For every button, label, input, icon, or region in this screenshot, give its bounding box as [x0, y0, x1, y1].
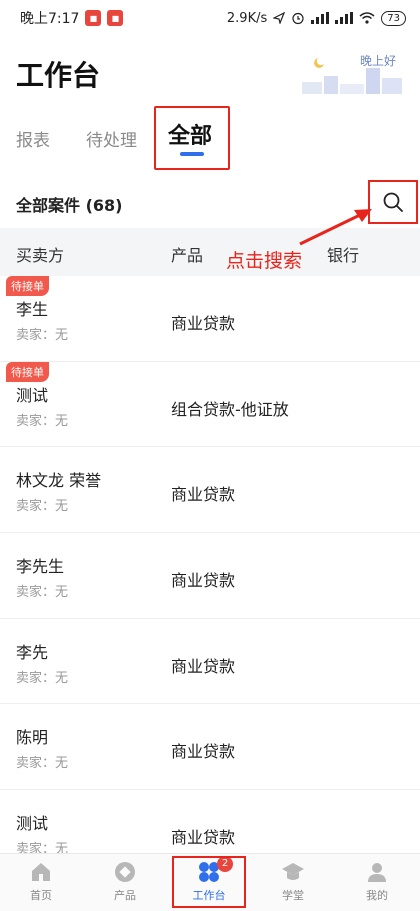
row-product: 商业贷款 — [171, 571, 236, 591]
status-time: 晚上7:17 — [20, 11, 80, 27]
row-name: 陈明 — [16, 728, 49, 748]
header: 工作台 晚上好 — [16, 48, 404, 108]
nav-school[interactable]: 学堂 — [263, 860, 323, 903]
table-row[interactable]: 陈明 卖家：无 商业贷款 — [0, 704, 420, 791]
profile-icon — [368, 863, 386, 882]
status-bar: 晚上7:17 ■ ■ 2.9K/s 73 — [0, 0, 420, 36]
nav-home[interactable]: 首页 — [11, 860, 71, 903]
table-row[interactable]: 李先 卖家：无 商业贷款 — [0, 618, 420, 705]
product-icon — [115, 862, 135, 882]
section-header: 全部案件 (68) — [0, 178, 420, 226]
row-name: 李先 — [16, 642, 49, 662]
table-header: 买卖方 产品 银行 — [0, 228, 420, 276]
location-icon — [273, 12, 286, 24]
row-product: 商业贷款 — [171, 742, 236, 762]
row-name: 测试 — [16, 814, 49, 834]
search-button[interactable] — [368, 180, 418, 224]
row-product: 商业贷款 — [171, 656, 236, 676]
section-title: 全部案件 (68) — [16, 192, 122, 216]
row-name: 测试 — [16, 385, 49, 405]
row-product: 商业贷款 — [171, 485, 236, 505]
row-seller: 卖家：无 — [16, 670, 69, 686]
case-count: (68) — [85, 196, 123, 215]
annotation-text: 点击搜索 — [226, 250, 303, 272]
nav-highlight-frame — [172, 856, 246, 908]
nav-label-school: 学堂 — [282, 889, 304, 902]
nav-profile[interactable]: 我的 — [347, 860, 407, 903]
nav-products[interactable]: 产品 — [95, 860, 155, 903]
battery-indicator: 73 — [381, 10, 406, 26]
pending-badge: 待接单 — [6, 361, 49, 382]
nav-label-products: 产品 — [114, 889, 136, 902]
table-row[interactable]: 待接单 李生 卖家：无 商业贷款 — [0, 276, 420, 362]
row-name: 李先生 — [16, 557, 65, 577]
net-speed: 2.9K/s — [226, 10, 268, 26]
greeting-text: 晚上好 — [359, 54, 396, 68]
row-seller: 卖家：无 — [16, 499, 69, 515]
notification-icon: ■ — [107, 10, 124, 26]
signal-icon — [311, 12, 330, 24]
home-icon — [32, 863, 50, 881]
row-seller: 卖家：无 — [16, 756, 69, 772]
wifi-icon — [359, 12, 375, 24]
row-name: 林文龙 荣誉 — [16, 471, 102, 491]
row-product: 商业贷款 — [171, 828, 236, 848]
nav-label-profile: 我的 — [366, 889, 388, 902]
table-row[interactable]: 李先生 卖家：无 商业贷款 — [0, 533, 420, 619]
tab-reports[interactable]: 报表 — [16, 126, 50, 151]
tab-all[interactable]: 全部 — [154, 106, 230, 170]
row-product: 组合贷款-他证放 — [171, 399, 289, 419]
tab-active-indicator — [180, 152, 204, 156]
row-seller: 卖家：无 — [16, 585, 69, 601]
column-header-party: 买卖方 — [16, 246, 65, 265]
signal-icon — [335, 12, 354, 24]
nav-label-home: 首页 — [30, 889, 52, 902]
row-seller: 卖家：无 — [16, 328, 69, 343]
row-name: 李生 — [16, 300, 49, 319]
table-row[interactable]: 待接单 测试 卖家：无 组合贷款-他证放 — [0, 361, 420, 448]
tab-all-label: 全部 — [168, 124, 213, 149]
alarm-icon — [292, 12, 304, 25]
column-header-product: 产品 — [171, 246, 204, 265]
table-row[interactable]: 林文龙 荣誉 卖家：无 商业贷款 — [0, 447, 420, 534]
school-icon — [282, 863, 304, 880]
row-seller: 卖家：无 — [16, 413, 69, 429]
tab-pending[interactable]: 待处理 — [86, 126, 137, 151]
section-title-text: 全部案件 — [16, 196, 81, 215]
notification-icon: ■ — [85, 10, 102, 26]
row-product: 商业贷款 — [171, 314, 236, 333]
case-list: 待接单 李生 卖家：无 商业贷款 待接单 测试 卖家：无 组合贷款-他证放 林文… — [0, 276, 420, 876]
column-header-bank: 银行 — [327, 246, 360, 265]
pending-badge: 待接单 — [6, 276, 49, 296]
page-title: 工作台 — [16, 59, 101, 92]
search-icon — [383, 192, 403, 212]
